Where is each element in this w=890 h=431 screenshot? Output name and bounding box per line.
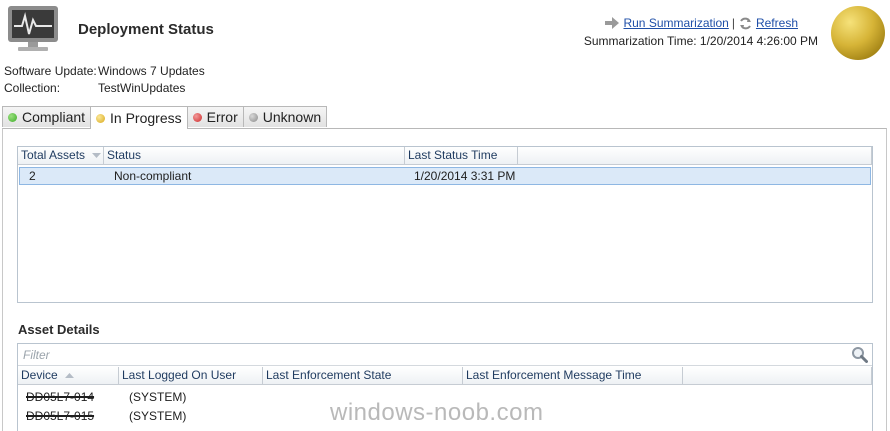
- column-header-last-enforcement-state[interactable]: Last Enforcement State: [263, 367, 463, 385]
- collection-value: TestWinUpdates: [98, 81, 186, 95]
- arrow-right-icon: [605, 17, 620, 29]
- tab-unknown[interactable]: Unknown: [242, 106, 328, 127]
- cell-last-logged-on-user: (SYSTEM): [129, 390, 187, 404]
- run-summarization-link[interactable]: Run Summarization: [623, 16, 728, 30]
- watermark: windows-noob.com: [330, 399, 544, 426]
- tab-label: In Progress: [110, 110, 182, 126]
- refresh-icon: [739, 17, 751, 29]
- tab-in-progress[interactable]: In Progress: [90, 106, 188, 129]
- summarization-time: Summarization Time: 1/20/2014 4:26:00 PM: [583, 34, 818, 48]
- action-separator: |: [731, 16, 735, 30]
- column-header-last-logged-on-user[interactable]: Last Logged On User: [119, 367, 263, 385]
- sort-ascending-icon: [65, 373, 75, 378]
- collection-label: Collection:: [4, 81, 61, 95]
- cell-status: Non-compliant: [114, 169, 192, 183]
- tab-label: Compliant: [22, 109, 86, 125]
- tab-label: Unknown: [262, 109, 322, 125]
- cell-device: DD05L7-014: [26, 390, 95, 404]
- software-update-label: Software Update:: [4, 64, 97, 78]
- sort-descending-icon: [92, 153, 102, 158]
- software-update-value: Windows 7 Updates: [98, 64, 205, 78]
- yellow-status-dot-icon: [96, 113, 106, 123]
- tab-compliant[interactable]: Compliant: [2, 106, 92, 127]
- monitor-icon: [4, 4, 62, 54]
- column-header-last-enforcement-message-time[interactable]: Last Enforcement Message Time: [463, 367, 683, 385]
- column-header-filler: [518, 147, 872, 165]
- column-header-device[interactable]: Device: [18, 367, 119, 385]
- status-orb-icon: [831, 6, 885, 60]
- cell-last-status-time: 1/20/2014 3:31 PM: [414, 169, 516, 183]
- status-grid: Total Assets Status Last Status Time 2 N…: [17, 146, 873, 303]
- page-title: Deployment Status: [78, 21, 214, 38]
- cell-device: DD05L7-015: [26, 409, 95, 423]
- cell-total-assets: 2: [29, 169, 36, 183]
- tab-error[interactable]: Error: [186, 106, 244, 127]
- cell-last-logged-on-user: (SYSTEM): [129, 409, 187, 423]
- column-header-total-assets[interactable]: Total Assets: [18, 147, 104, 165]
- green-status-dot-icon: [8, 112, 17, 122]
- tab-label: Error: [206, 109, 238, 125]
- asset-details-title: Asset Details: [18, 322, 100, 337]
- red-status-dot-icon: [192, 112, 202, 122]
- status-tabs: Compliant In Progress Error Unknown: [2, 106, 328, 129]
- gray-status-dot-icon: [248, 112, 258, 122]
- search-icon[interactable]: [851, 346, 868, 363]
- column-header-status[interactable]: Status: [104, 147, 405, 165]
- filter-input[interactable]: Filter: [18, 344, 872, 366]
- refresh-link[interactable]: Refresh: [756, 16, 798, 30]
- header-actions: Run Summarization | Refresh: [605, 16, 798, 30]
- column-header-last-status-time[interactable]: Last Status Time: [405, 147, 518, 165]
- column-header-filler: [683, 367, 872, 385]
